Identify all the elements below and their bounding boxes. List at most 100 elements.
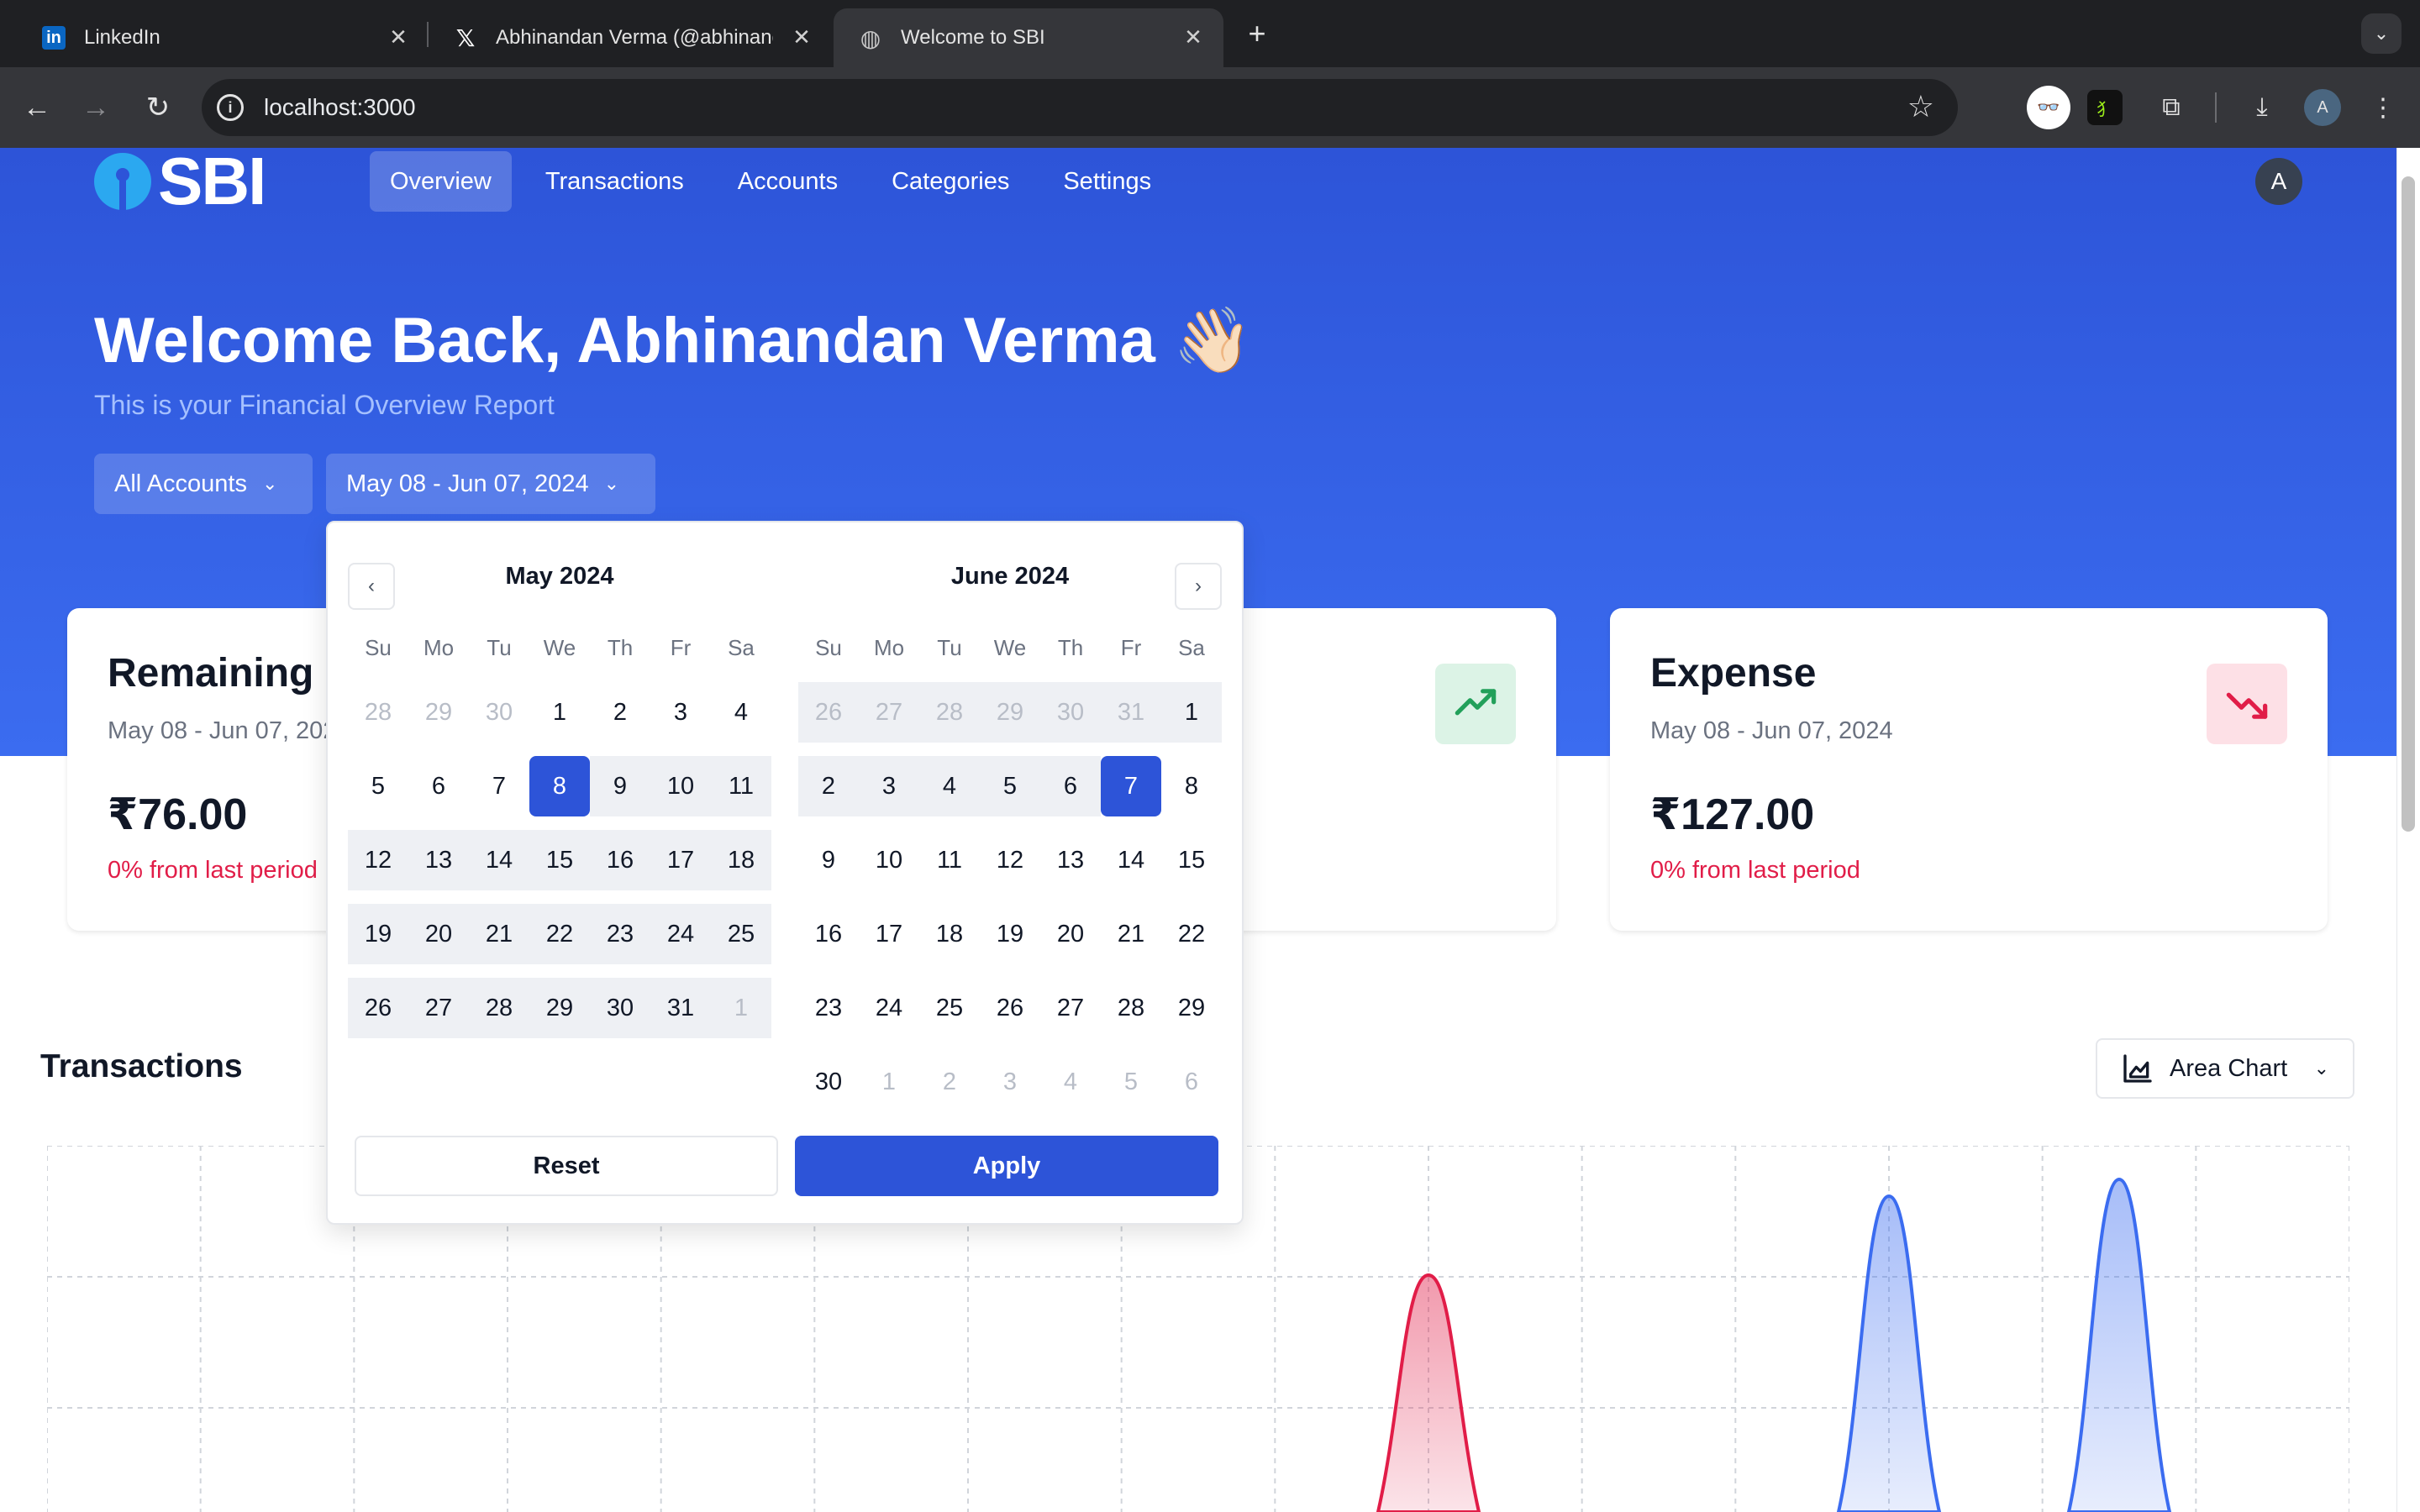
- day-cell[interactable]: 28: [1101, 978, 1161, 1038]
- day-cell[interactable]: 30: [798, 1052, 859, 1112]
- extension-chart-icon[interactable]: ⺨: [2087, 90, 2123, 125]
- day-cell[interactable]: 17: [859, 904, 919, 964]
- income-area-peak[interactable]: [1836, 1194, 1942, 1512]
- day-cell[interactable]: 5: [1101, 1052, 1161, 1112]
- day-cell[interactable]: 4: [919, 756, 980, 816]
- account-filter[interactable]: All Accounts ⌄: [94, 454, 313, 514]
- address-bar[interactable]: i localhost:3000 ☆: [202, 79, 1958, 136]
- day-cell[interactable]: 5: [980, 756, 1040, 816]
- day-cell[interactable]: 1: [711, 978, 771, 1038]
- day-cell[interactable]: 2: [590, 682, 650, 743]
- day-cell[interactable]: 25: [919, 978, 980, 1038]
- forward-button[interactable]: →: [76, 87, 116, 128]
- day-cell[interactable]: 7: [469, 756, 529, 816]
- download-icon[interactable]: ⤓: [2240, 86, 2284, 129]
- day-cell[interactable]: 12: [980, 830, 1040, 890]
- day-cell[interactable]: 16: [590, 830, 650, 890]
- day-cell[interactable]: 29: [1161, 978, 1222, 1038]
- day-cell[interactable]: 6: [408, 756, 469, 816]
- day-cell[interactable]: 10: [650, 756, 711, 816]
- income-area-peak[interactable]: [2066, 1177, 2172, 1512]
- day-cell[interactable]: 18: [711, 830, 771, 890]
- user-avatar[interactable]: A: [2255, 158, 2302, 205]
- close-icon[interactable]: ✕: [385, 24, 412, 50]
- tab-sbi[interactable]: ◍ Welcome to SBI ✕: [834, 8, 1223, 67]
- puzzle-icon[interactable]: ⧉: [2149, 86, 2193, 129]
- day-cell[interactable]: 11: [919, 830, 980, 890]
- day-cell[interactable]: 29: [529, 978, 590, 1038]
- menu-icon[interactable]: ⋮: [2361, 86, 2405, 129]
- day-cell[interactable]: 31: [1101, 682, 1161, 743]
- tab-x[interactable]: 𝕏 Abhinandan Verma (@abhinandan ✕: [429, 8, 832, 67]
- apply-button[interactable]: Apply: [795, 1136, 1218, 1196]
- day-cell[interactable]: 2: [798, 756, 859, 816]
- day-cell[interactable]: 20: [1040, 904, 1101, 964]
- day-cell[interactable]: 6: [1161, 1052, 1222, 1112]
- day-cell[interactable]: 30: [1040, 682, 1101, 743]
- day-cell[interactable]: 10: [859, 830, 919, 890]
- day-cell[interactable]: 9: [798, 830, 859, 890]
- reset-button[interactable]: Reset: [355, 1136, 778, 1196]
- nav-settings[interactable]: Settings: [1043, 151, 1171, 212]
- day-cell[interactable]: 14: [1101, 830, 1161, 890]
- tab-search-button[interactable]: ⌄: [2361, 13, 2402, 54]
- day-cell[interactable]: 8: [1161, 756, 1222, 816]
- day-cell[interactable]: 4: [1040, 1052, 1101, 1112]
- day-cell[interactable]: 31: [650, 978, 711, 1038]
- day-cell[interactable]: 30: [590, 978, 650, 1038]
- close-icon[interactable]: ✕: [1180, 24, 1207, 50]
- day-cell[interactable]: 20: [408, 904, 469, 964]
- day-cell[interactable]: 27: [408, 978, 469, 1038]
- day-cell[interactable]: 27: [859, 682, 919, 743]
- day-cell[interactable]: 16: [798, 904, 859, 964]
- day-cell[interactable]: 26: [348, 978, 408, 1038]
- day-cell[interactable]: 25: [711, 904, 771, 964]
- day-cell[interactable]: 21: [1101, 904, 1161, 964]
- day-cell[interactable]: 28: [469, 978, 529, 1038]
- day-cell[interactable]: 1: [529, 682, 590, 743]
- profile-avatar[interactable]: A: [2304, 89, 2341, 126]
- extension-icon[interactable]: 👓: [2027, 86, 2070, 129]
- day-cell[interactable]: 15: [1161, 830, 1222, 890]
- site-info-icon[interactable]: i: [217, 94, 244, 121]
- day-cell[interactable]: 4: [711, 682, 771, 743]
- day-cell[interactable]: 26: [798, 682, 859, 743]
- day-cell[interactable]: 29: [408, 682, 469, 743]
- day-cell[interactable]: 17: [650, 830, 711, 890]
- tab-linkedin[interactable]: in LinkedIn ✕: [17, 8, 429, 67]
- nav-accounts[interactable]: Accounts: [718, 151, 858, 212]
- day-cell[interactable]: 19: [348, 904, 408, 964]
- day-cell[interactable]: 2: [919, 1052, 980, 1112]
- day-cell[interactable]: 29: [980, 682, 1040, 743]
- date-range-filter[interactable]: May 08 - Jun 07, 2024 ⌄: [326, 454, 655, 514]
- day-cell[interactable]: 23: [590, 904, 650, 964]
- scrollbar-thumb[interactable]: [2402, 176, 2415, 832]
- day-cell[interactable]: 3: [980, 1052, 1040, 1112]
- day-cell[interactable]: 30: [469, 682, 529, 743]
- day-selected[interactable]: 8: [529, 756, 590, 816]
- day-cell[interactable]: 21: [469, 904, 529, 964]
- nav-overview[interactable]: Overview: [370, 151, 512, 212]
- close-icon[interactable]: ✕: [788, 24, 815, 50]
- back-button[interactable]: ←: [17, 87, 57, 128]
- chart-type-select[interactable]: Area Chart ⌄: [2096, 1038, 2354, 1099]
- day-cell[interactable]: 28: [348, 682, 408, 743]
- day-cell[interactable]: 12: [348, 830, 408, 890]
- day-cell[interactable]: 13: [1040, 830, 1101, 890]
- day-cell[interactable]: 24: [650, 904, 711, 964]
- day-cell[interactable]: 11: [711, 756, 771, 816]
- reload-button[interactable]: ↻: [138, 87, 178, 128]
- day-cell[interactable]: 19: [980, 904, 1040, 964]
- bookmark-star-icon[interactable]: ☆: [1907, 89, 1934, 124]
- new-tab-button[interactable]: +: [1240, 16, 1274, 50]
- day-cell[interactable]: 15: [529, 830, 590, 890]
- nav-categories[interactable]: Categories: [871, 151, 1029, 212]
- day-cell[interactable]: 1: [1161, 682, 1222, 743]
- expense-area-peak[interactable]: [1376, 1273, 1481, 1512]
- day-cell[interactable]: 9: [590, 756, 650, 816]
- day-cell[interactable]: 3: [650, 682, 711, 743]
- day-cell[interactable]: 3: [859, 756, 919, 816]
- day-cell[interactable]: 28: [919, 682, 980, 743]
- day-cell[interactable]: 14: [469, 830, 529, 890]
- day-cell[interactable]: 26: [980, 978, 1040, 1038]
